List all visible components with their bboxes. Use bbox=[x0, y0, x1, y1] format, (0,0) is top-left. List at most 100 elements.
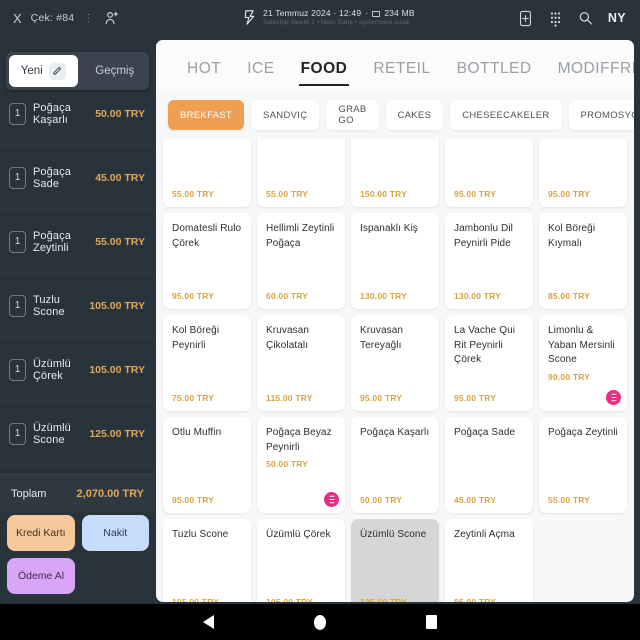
product-card[interactable]: Jambonlu Dil Peynirli Pide 130.00 TRY bbox=[445, 213, 533, 309]
product-card[interactable]: Kruvasan Tereyağlı 95.00 TRY bbox=[351, 315, 439, 411]
cart-item-qty[interactable]: 1 bbox=[9, 230, 26, 253]
cart-item-qty[interactable]: 1 bbox=[9, 294, 26, 317]
keypad-icon[interactable] bbox=[548, 10, 563, 27]
product-card[interactable]: La Vache Qui Rit Peynirli Çörek 95.00 TRY bbox=[445, 315, 533, 411]
product-card[interactable]: Poğaça Sade 45.00 TRY bbox=[445, 417, 533, 513]
product-name: Kol Böreği Kıymalı bbox=[548, 223, 596, 249]
subcategory-chips: BREKFAST SANDVIÇ GRAB GO CAKES CHESEECAKELER… bbox=[156, 90, 634, 139]
order-total: Toplam 2,070.00 TRY bbox=[0, 474, 155, 512]
home-icon[interactable] bbox=[314, 614, 326, 630]
credit-card-button[interactable]: Kredi Kartı bbox=[7, 515, 75, 551]
product-price: 55.00 TRY bbox=[172, 189, 215, 199]
cart-rows: 1 Poğaça Kaşarlı 50.00 TRY 1 Poğaça Sade 45.0… bbox=[0, 82, 155, 466]
cart-row[interactable]: 1 Tuzlu Scone 105.00 TRY bbox=[0, 274, 155, 338]
product-price: 95.00 TRY bbox=[172, 495, 215, 505]
cart-row[interactable]: 1 Üzümlü Çörek 105.00 TRY bbox=[0, 338, 155, 402]
cart-item-name: Poğaça Sade bbox=[33, 165, 71, 190]
product-modifier-badge-icon[interactable] bbox=[606, 390, 621, 405]
product-card[interactable]: Kol Böreği Kıymalı 85.00 TRY bbox=[539, 213, 627, 309]
product-card[interactable]: Kruvasan Çikolatalı 115.00 TRY bbox=[257, 315, 345, 411]
cart-item-qty[interactable]: 1 bbox=[9, 102, 26, 125]
product-card[interactable]: Zeytinli Açma 85.00 TRY bbox=[445, 519, 533, 602]
product-card[interactable]: Üzümlü Çörek 105.00 TRY bbox=[257, 519, 345, 602]
cart-item-qty[interactable]: 1 bbox=[9, 358, 26, 381]
product-name: Hellimli Zeytinli Poğaça bbox=[266, 223, 335, 249]
cart-item-name: Poğaça Kaşarlı bbox=[33, 101, 71, 126]
product-modifier-badge-icon[interactable] bbox=[324, 492, 339, 507]
product-price: 130.00 TRY bbox=[360, 291, 408, 301]
tab-gecmis[interactable]: Geçmiş bbox=[81, 52, 150, 90]
product-name: Poğaça Sade bbox=[454, 427, 516, 438]
cart-item-price: 125.00 TRY bbox=[89, 427, 145, 440]
tab-yeni[interactable]: Yeni bbox=[9, 55, 78, 87]
cart-row[interactable]: 1 Poğaça Sade 45.00 TRY bbox=[0, 146, 155, 210]
product-card[interactable]: 150.00 TRY bbox=[351, 139, 439, 207]
product-price: 85.00 TRY bbox=[548, 291, 591, 301]
chip-sandvi-[interactable]: SANDVIÇ bbox=[251, 100, 320, 130]
search-icon[interactable] bbox=[578, 10, 593, 26]
product-price: 75.00 TRY bbox=[172, 393, 215, 403]
tab-modiffres[interactable]: MODIFFRES bbox=[545, 60, 634, 90]
overflow-menu-icon[interactable]: ⋮ bbox=[83, 13, 94, 24]
product-name: Kol Böreği Peynirli bbox=[172, 325, 220, 351]
product-price: 95.00 TRY bbox=[548, 189, 591, 199]
cash-button[interactable]: Nakit bbox=[81, 515, 149, 551]
product-card[interactable]: Tuzlu Scone 105.00 TRY bbox=[163, 519, 251, 602]
product-card[interactable]: Poğaça Kaşarlı 50.00 TRY bbox=[351, 417, 439, 513]
product-card[interactable]: 55.00 TRY bbox=[163, 139, 251, 207]
product-card[interactable]: Poğaça Zeytinli 55.00 TRY bbox=[539, 417, 627, 513]
session-datetime-row: 21 Temmuz 2024 · 12:49 · 234 MB bbox=[263, 9, 415, 19]
product-card[interactable]: 55.00 TRY bbox=[257, 139, 345, 207]
product-card[interactable]: Otlu Muffin 95.00 TRY bbox=[163, 417, 251, 513]
order-sidebar: Yeni Geçmiş 1 Poğaça Kaşarlı 50.00 TRY 1 Poğ… bbox=[0, 36, 155, 604]
back-icon[interactable] bbox=[203, 615, 214, 629]
chip-cheseecakeler[interactable]: CHESEECAKELER bbox=[450, 100, 562, 130]
product-card[interactable]: Hellimli Zeytinli Poğaça 60.00 TRY bbox=[257, 213, 345, 309]
product-card[interactable]: 95.00 TRY bbox=[445, 139, 533, 207]
product-card[interactable]: Kol Böreği Peynirli 75.00 TRY bbox=[163, 315, 251, 411]
product-name: Limonlu & Yaban Mersinli Scone bbox=[548, 325, 615, 365]
product-name: Otlu Muffin bbox=[172, 427, 222, 438]
product-price: 90.00 TRY bbox=[548, 371, 591, 382]
tab-hot[interactable]: HOT bbox=[174, 60, 234, 90]
payment-buttons-row: Kredi Kartı Nakit bbox=[7, 515, 149, 551]
cart-list[interactable]: 1 Poğaça Kaşarlı 50.00 TRY 1 Poğaça Sade 45.0… bbox=[0, 82, 155, 474]
product-card[interactable]: 95.00 TRY bbox=[539, 139, 627, 207]
cart-row[interactable]: 1 Poğaça Kaşarlı 50.00 TRY bbox=[0, 82, 155, 146]
cart-item-name: Üzümlü Scone bbox=[33, 421, 71, 446]
cart-row[interactable]: 1 Poğaça Zeytinli 55.00 TRY bbox=[0, 210, 155, 274]
tab-bottled[interactable]: BOTTLED bbox=[444, 60, 545, 90]
product-price: 95.00 TRY bbox=[172, 291, 215, 301]
add-customer-icon[interactable] bbox=[103, 10, 120, 27]
session-datetime: 21 Temmuz 2024 · 12:49 bbox=[263, 8, 362, 19]
top-bar-left: X Çek: #84 ⋮ bbox=[0, 10, 155, 27]
chip-brekfast[interactable]: BREKFAST bbox=[168, 100, 245, 130]
edit-pencil-icon[interactable] bbox=[48, 62, 66, 80]
recents-icon[interactable] bbox=[426, 615, 437, 629]
user-initials[interactable]: NY bbox=[608, 11, 626, 25]
product-grid-scroll[interactable]: 55.00 TRY 55.00 TRY 150.00 TRY 95.00 TRY 95.… bbox=[156, 139, 634, 602]
cart-row[interactable]: 1 Üzümlü Scone 125.00 TRY bbox=[0, 402, 155, 466]
product-name: Kruvasan Tereyağlı bbox=[360, 325, 404, 351]
product-card[interactable]: Ispanaklı Kiş 130.00 TRY bbox=[351, 213, 439, 309]
product-name: Üzümlü Scone bbox=[360, 529, 427, 540]
chip-cakes[interactable]: CAKES bbox=[385, 100, 444, 130]
tab-gecmis-label: Geçmiş bbox=[95, 65, 135, 77]
tab-reteil[interactable]: RETEIL bbox=[360, 60, 443, 90]
tab-food[interactable]: FOOD bbox=[288, 60, 361, 90]
product-card[interactable]: Poğaça Beyaz Peynirli 50.00 TRY bbox=[257, 417, 345, 513]
close-icon[interactable]: X bbox=[13, 12, 22, 25]
cart-item-price: 105.00 TRY bbox=[89, 363, 145, 376]
cart-item-qty[interactable]: 1 bbox=[9, 166, 26, 189]
product-card[interactable]: Domatesli Rulo Çörek 95.00 TRY bbox=[163, 213, 251, 309]
product-grid: 55.00 TRY 55.00 TRY 150.00 TRY 95.00 TRY 95.… bbox=[163, 139, 627, 602]
chip-promosyon[interactable]: PROMOSYON bbox=[568, 100, 634, 130]
take-payment-button[interactable]: Ödeme Al bbox=[7, 558, 75, 594]
add-device-icon[interactable] bbox=[518, 10, 533, 27]
product-price: 115.00 TRY bbox=[266, 393, 313, 403]
tab-ice[interactable]: ICE bbox=[234, 60, 287, 90]
product-card[interactable]: Limonlu & Yaban Mersinli Scone 90.00 TRY bbox=[539, 315, 627, 411]
chip-grab-go[interactable]: GRAB GO bbox=[326, 100, 379, 130]
product-card[interactable]: Üzümlü Scone 125.00 TRY bbox=[351, 519, 439, 602]
cart-item-qty[interactable]: 1 bbox=[9, 422, 26, 445]
